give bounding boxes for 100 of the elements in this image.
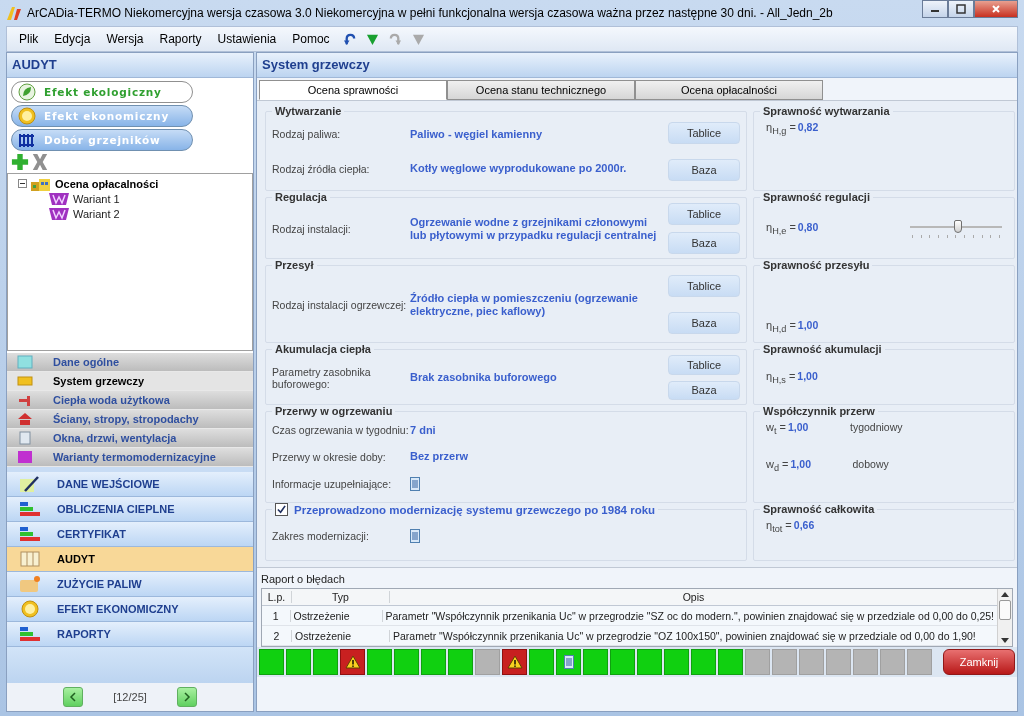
- grid-icon: [19, 550, 41, 568]
- group-button[interactable]: Baza: [668, 380, 740, 400]
- menu-item[interactable]: Ustawienia: [209, 32, 285, 46]
- add-icon[interactable]: [11, 153, 29, 171]
- status-cell[interactable]: [691, 649, 716, 675]
- slider-thumb[interactable]: [953, 219, 962, 233]
- scroll-down-icon[interactable]: [1001, 638, 1009, 643]
- status-cell[interactable]: [286, 649, 311, 675]
- tree-item[interactable]: Wariant 2: [73, 207, 120, 220]
- page-counter: [12/25]: [113, 691, 147, 703]
- formula-symbol: η$_{H,s}$ =: [766, 369, 796, 386]
- status-cell[interactable]: [799, 649, 824, 675]
- nav-item[interactable]: DANE WEJŚCIOWE: [7, 472, 253, 497]
- menu-item[interactable]: Wersja: [98, 32, 152, 46]
- nav-item[interactable]: OBLICZENIA CIEPLNE: [7, 497, 253, 522]
- group-button[interactable]: Baza: [668, 159, 740, 182]
- previous-button[interactable]: [63, 687, 84, 707]
- section-item[interactable]: Ciepła woda użytkowa: [7, 391, 253, 410]
- section-item[interactable]: System grzewczy: [7, 372, 253, 391]
- status-cell[interactable]: [664, 649, 689, 675]
- close-button[interactable]: [974, 0, 1018, 18]
- status-cell[interactable]: [313, 649, 338, 675]
- formula-value: 0,66: [793, 519, 816, 531]
- status-cell[interactable]: [610, 649, 635, 675]
- table-cell: Ostrzeżenie: [292, 629, 390, 642]
- status-cell[interactable]: [259, 649, 284, 675]
- checkbox-label[interactable]: Przeprowadzono modernizację systemu grzewczego po 1984 roku: [294, 503, 656, 516]
- faucet-icon: [17, 393, 33, 407]
- tab[interactable]: Ocena sprawności: [259, 80, 447, 100]
- column-header: Opis: [681, 591, 706, 603]
- group-button[interactable]: Tablice: [668, 203, 740, 226]
- checkbox[interactable]: [275, 503, 288, 516]
- status-cell[interactable]: [502, 649, 527, 675]
- next-button[interactable]: [176, 687, 197, 707]
- group-button[interactable]: Baza: [668, 311, 740, 334]
- nav-item[interactable]: EFEKT EKONOMICZNY: [7, 597, 253, 622]
- status-cell[interactable]: [421, 649, 446, 675]
- house-icon: [17, 412, 33, 426]
- folder-icon: [19, 575, 41, 593]
- expander-icon[interactable]: [18, 179, 27, 188]
- section-item[interactable]: Ściany, stropy, stropodachy: [7, 410, 253, 429]
- status-cell[interactable]: [637, 649, 662, 675]
- close-button[interactable]: Zamknij: [943, 649, 1015, 675]
- group-title: Przesył: [274, 259, 315, 271]
- down-triangle-icon[interactable]: [365, 32, 379, 46]
- tree-item[interactable]: Wariant 1: [73, 192, 120, 205]
- status-cell[interactable]: [826, 649, 851, 675]
- window-title: ArCADia-TERMO Niekomercyjna wersja czasowa 3.0 Niekomercyjna w pełni funkcjonalna wersja czasowa ważna przez następne 30 dni. - All_Jedn_2b: [27, 6, 834, 20]
- group-button[interactable]: Baza: [668, 231, 740, 254]
- document-icon[interactable]: [410, 529, 420, 543]
- status-cell[interactable]: [583, 649, 608, 675]
- status-cell[interactable]: [772, 649, 797, 675]
- field-label: Informacje uzupełniające:: [272, 478, 393, 491]
- buildings-icon: [30, 176, 52, 191]
- close-icon: [991, 4, 1001, 14]
- section-item[interactable]: Okna, drzwi, wentylacja: [7, 429, 253, 448]
- document-icon[interactable]: [410, 477, 420, 492]
- status-cell[interactable]: [475, 649, 500, 675]
- tree-item[interactable]: Ocena opłacalności: [55, 177, 159, 190]
- menu-item[interactable]: Edycja: [46, 32, 99, 46]
- panel-header: System grzewczy: [257, 53, 1017, 78]
- formula-symbol: η$_{H,d}$ =: [766, 318, 796, 334]
- formula-value: 0,80: [797, 220, 820, 233]
- menu-item[interactable]: Plik: [11, 32, 47, 46]
- status-cell[interactable]: [367, 649, 392, 675]
- section-item[interactable]: Warianty termomodernizacyjne: [7, 448, 253, 467]
- status-cell[interactable]: [529, 649, 554, 675]
- status-cell[interactable]: [448, 649, 473, 675]
- group-title: Sprawność przesyłu: [762, 259, 871, 271]
- group-button[interactable]: Tablice: [668, 275, 740, 298]
- nav-item[interactable]: RAPORTY: [7, 622, 253, 647]
- status-cell[interactable]: [853, 649, 878, 675]
- section-item[interactable]: Dane ogólne: [7, 353, 253, 372]
- status-cell[interactable]: [745, 649, 770, 675]
- tab[interactable]: Ocena stanu technicznego: [447, 80, 635, 100]
- nav-item[interactable]: CERTYFIKAT: [7, 522, 253, 547]
- maximize-button[interactable]: [948, 0, 974, 18]
- undo-arrow-icon[interactable]: [342, 32, 356, 46]
- group-title: Regulacja: [274, 191, 328, 203]
- menu-item[interactable]: Pomoc: [284, 32, 338, 46]
- status-cell[interactable]: [394, 649, 419, 675]
- status-cell[interactable]: [907, 649, 932, 675]
- document-icon: [563, 655, 574, 669]
- status-cell[interactable]: [718, 649, 743, 675]
- nav-item[interactable]: AUDYT: [7, 547, 253, 572]
- group-button[interactable]: Tablice: [668, 355, 740, 375]
- status-cell[interactable]: [880, 649, 905, 675]
- delete-icon[interactable]: [31, 153, 49, 171]
- status-cell[interactable]: [556, 649, 581, 675]
- nav-item[interactable]: ZUŻYCIE PALIW: [7, 572, 253, 597]
- scroll-up-icon[interactable]: [1001, 592, 1009, 597]
- scrollbar-thumb[interactable]: [999, 600, 1011, 620]
- bar-chart-icon: [19, 500, 41, 518]
- minimize-button[interactable]: [922, 0, 948, 18]
- group-button[interactable]: Tablice: [668, 121, 740, 144]
- status-cell[interactable]: [340, 649, 365, 675]
- scrollbar[interactable]: [997, 589, 1012, 646]
- tab[interactable]: Ocena opłacalności: [635, 80, 823, 100]
- menu-item[interactable]: Raporty: [151, 32, 210, 46]
- slider[interactable]: [910, 218, 1002, 239]
